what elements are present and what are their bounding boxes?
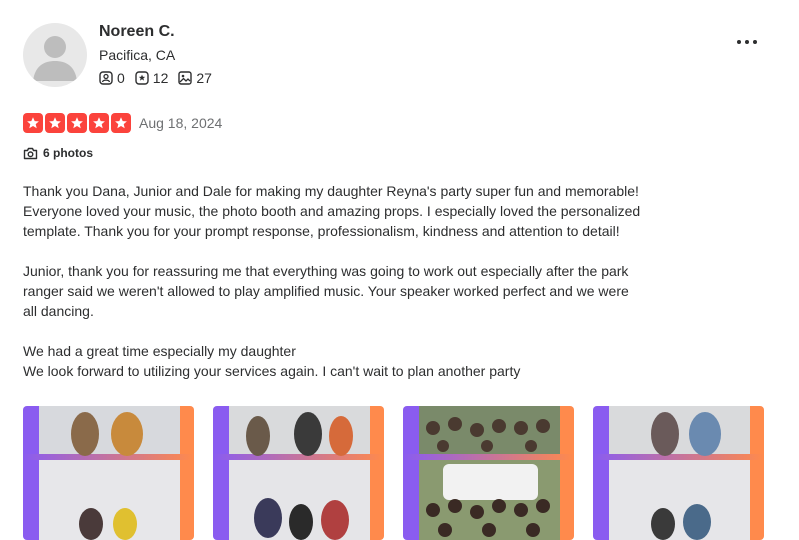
photos-count: 27 bbox=[196, 70, 212, 86]
friends-stat: 0 bbox=[99, 70, 125, 86]
photo-thumbnail-3[interactable] bbox=[403, 406, 574, 540]
review-paragraph-3: We had a great time especially my daught… bbox=[23, 343, 521, 379]
star-icon bbox=[23, 113, 43, 133]
friends-count: 0 bbox=[117, 70, 125, 86]
user-stats: 0 12 27 bbox=[99, 70, 212, 86]
star-icon bbox=[67, 113, 87, 133]
more-options-icon bbox=[737, 40, 757, 44]
user-location: Pacifica, CA bbox=[99, 47, 176, 63]
star-icon bbox=[89, 113, 109, 133]
photo-thumbnail-2[interactable] bbox=[213, 406, 384, 540]
star-icon bbox=[45, 113, 65, 133]
photo-thumbnail-1[interactable] bbox=[23, 406, 194, 540]
friends-icon bbox=[99, 71, 113, 85]
photo-thumbnails bbox=[23, 406, 764, 540]
user-name[interactable]: Noreen C. bbox=[99, 23, 175, 41]
more-options-button[interactable] bbox=[733, 33, 761, 51]
photos-link[interactable]: 6 photos bbox=[23, 146, 93, 160]
review-paragraph-1: Thank you Dana, Junior and Dale for maki… bbox=[23, 183, 641, 239]
avatar[interactable] bbox=[23, 23, 87, 87]
avatar-placeholder-icon bbox=[33, 36, 77, 81]
review-date: Aug 18, 2024 bbox=[139, 115, 223, 131]
reviews-count: 12 bbox=[152, 70, 169, 86]
photo-thumbnail-4[interactable] bbox=[593, 406, 764, 540]
review-star-icon bbox=[135, 71, 149, 85]
photos-stat: 27 bbox=[178, 70, 212, 86]
camera-icon bbox=[23, 147, 38, 159]
photos-link-label: 6 photos bbox=[43, 146, 93, 160]
review-paragraph-2: Junior, thank you for reassuring me that… bbox=[23, 263, 629, 319]
image-icon bbox=[178, 71, 193, 85]
star-icon bbox=[111, 113, 131, 133]
reviews-stat: 12 bbox=[135, 70, 169, 86]
review-text: Thank you Dana, Junior and Dale for maki… bbox=[23, 181, 703, 401]
star-rating bbox=[23, 113, 131, 133]
